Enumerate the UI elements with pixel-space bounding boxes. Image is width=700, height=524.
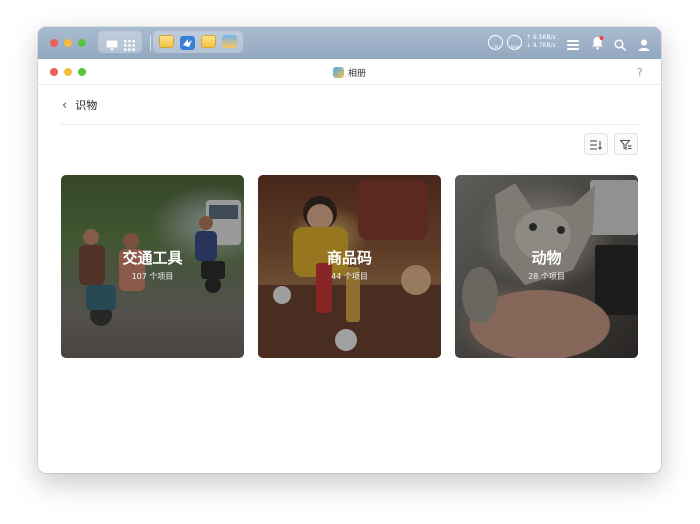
pinned-apps-group xyxy=(153,31,243,53)
back-icon[interactable]: ‹ xyxy=(62,98,67,113)
desktop-close-button[interactable] xyxy=(50,39,58,47)
card-count: 28 个项目 xyxy=(528,272,565,281)
bird-app-icon[interactable] xyxy=(180,35,195,54)
header-divider xyxy=(60,124,639,125)
card-title: 商品码 xyxy=(326,249,372,267)
desktop-frame: CPU RAM ↑ 9.5KB/s ↓ 4.7KB/s 相册 ? ‹ 识物 交通… xyxy=(38,27,661,473)
photos-app-icon[interactable] xyxy=(222,35,237,48)
cpu-gauge-icon: CPU xyxy=(488,35,503,50)
filter-icon xyxy=(619,135,632,154)
desktop-icon[interactable] xyxy=(106,36,118,55)
sort-button[interactable] xyxy=(584,133,608,155)
category-card-animals[interactable]: 动物 28 个项目 xyxy=(455,175,638,358)
filter-button[interactable] xyxy=(614,133,638,155)
notification-bell-icon[interactable] xyxy=(591,35,604,54)
cpu-monitor[interactable]: CPU xyxy=(488,27,503,59)
window-titlebar: 相册 ? xyxy=(38,59,661,85)
category-card-barcode[interactable]: 商品码 44 个项目 xyxy=(258,175,441,358)
card-count: 44 个项目 xyxy=(331,272,368,281)
sort-icon xyxy=(590,135,602,154)
album-app-icon xyxy=(332,67,344,78)
page-title: 识物 xyxy=(75,99,98,112)
taskbar-divider xyxy=(150,35,151,51)
task-list-icon[interactable] xyxy=(567,36,579,55)
folder-app-icon[interactable] xyxy=(201,35,216,48)
app-grid-icon[interactable] xyxy=(124,36,135,55)
window-title: 相册 xyxy=(38,66,661,79)
search-icon[interactable] xyxy=(614,36,626,55)
ram-gauge-icon: RAM xyxy=(507,35,522,50)
card-title: 动物 xyxy=(531,249,562,267)
photos-window: 相册 ? ‹ 识物 交通工具 107 个项目 商品码 44 个项目 动物 28 … xyxy=(38,59,661,473)
desktop-maximize-button[interactable] xyxy=(78,39,86,47)
task-view-group xyxy=(98,31,142,53)
network-speed: ↑ 9.5KB/s ↓ 4.7KB/s xyxy=(526,34,556,49)
desktop-taskbar: CPU RAM ↑ 9.5KB/s ↓ 4.7KB/s xyxy=(38,27,661,59)
card-count: 107 个项目 xyxy=(131,272,174,281)
card-title: 交通工具 xyxy=(122,249,183,267)
breadcrumb: ‹ 识物 xyxy=(62,97,97,113)
category-card-traffic[interactable]: 交通工具 107 个项目 xyxy=(61,175,244,358)
help-button[interactable]: ? xyxy=(637,66,643,79)
ram-monitor[interactable]: RAM xyxy=(507,27,522,59)
file-manager-icon[interactable] xyxy=(159,35,174,48)
desktop-minimize-button[interactable] xyxy=(64,39,72,47)
user-icon[interactable] xyxy=(638,36,650,55)
